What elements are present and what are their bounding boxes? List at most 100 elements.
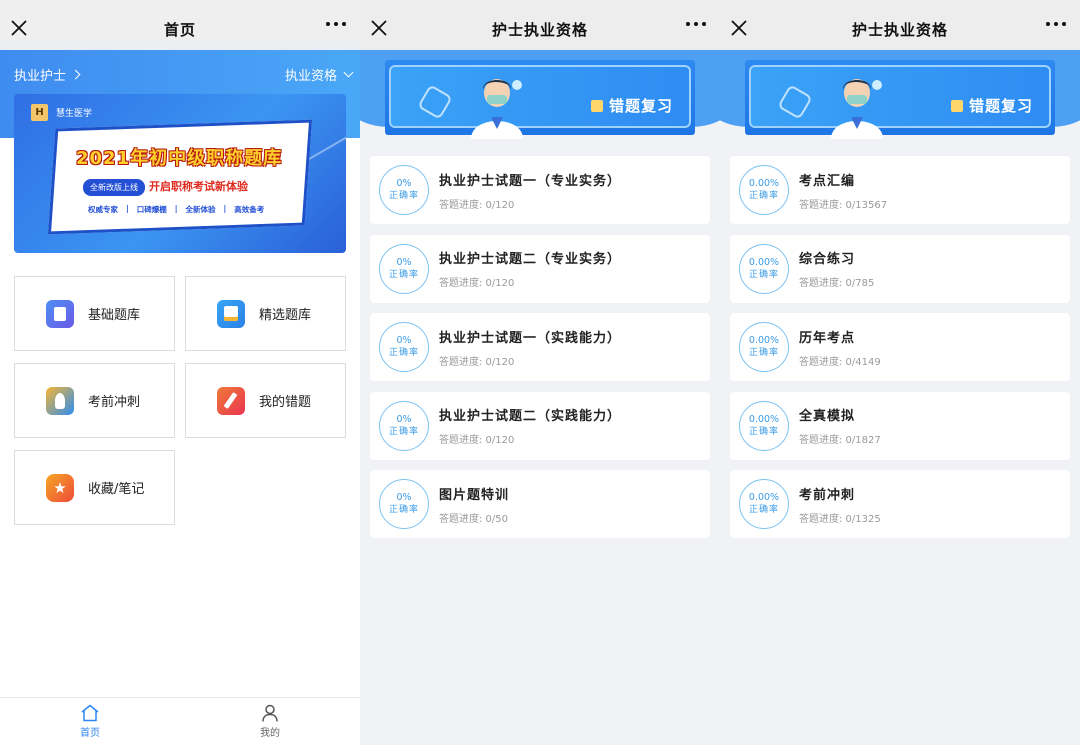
item-progress: 答题进度: 0/120 — [439, 356, 515, 368]
item-progress: 答题进度: 0/4149 — [799, 356, 881, 368]
tile-favorites-notes[interactable]: 收藏/笔记 — [14, 450, 175, 525]
separator: | — [174, 204, 178, 213]
list-item[interactable]: 0.00% 正确率 考前冲刺 答题进度: 0/1325 — [730, 470, 1070, 539]
list-item[interactable]: 0.00% 正确率 综合练习 答题进度: 0/785 — [730, 234, 1070, 303]
accuracy-ring: 0% 正确率 — [379, 400, 429, 451]
accuracy-label: 正确率 — [748, 269, 779, 280]
tile-basic-bank[interactable]: 基础题库 — [14, 276, 175, 351]
item-progress: 答题进度: 0/1827 — [799, 435, 881, 447]
item-title: 全真模拟 — [799, 409, 856, 425]
doctor-illustration — [471, 79, 523, 139]
hero-label: 错题复习 — [609, 97, 674, 115]
exam-list-screen: 护士执业资格 错题复习 0% 正确率 执业护士试题一（专业实务） 答题进度: 0… — [360, 0, 720, 745]
list-item[interactable]: 0% 正确率 执业护士试题一（专业实务） 答题进度: 0/120 — [370, 156, 710, 224]
category-label: 执业护士 — [14, 69, 67, 84]
feature-grid: 基础题库 精选题库 考前冲刺 我的错题 收藏/笔记 — [14, 276, 346, 525]
accuracy-ring: 0% 正确率 — [379, 322, 429, 373]
tab-profile[interactable]: 我的 — [180, 698, 360, 745]
item-title: 执业护士试题一（专业实务） — [439, 173, 622, 189]
item-title: 历年考点 — [799, 330, 856, 346]
user-icon — [262, 704, 278, 722]
pencil-icon — [217, 386, 245, 415]
selected-bank-icon — [217, 299, 245, 328]
rocket-icon — [46, 386, 74, 415]
list-item[interactable]: 0% 正确率 执业护士试题二（专业实务） 答题进度: 0/120 — [370, 234, 710, 303]
tile-my-mistakes[interactable]: 我的错题 — [185, 363, 346, 438]
home-icon — [81, 704, 99, 722]
accuracy-ring: 0.00% 正确率 — [739, 400, 789, 451]
feature-item: 权威专家 — [88, 205, 118, 214]
brand-name: 慧生医学 — [56, 109, 93, 119]
banner-headline: 2021年初中级职称题库 — [76, 148, 283, 169]
tile-label: 精选题库 — [259, 308, 312, 323]
question-bank-icon — [46, 299, 74, 328]
accuracy-value: 0% — [396, 178, 412, 189]
more-icon[interactable] — [1046, 22, 1066, 26]
pill-capsule-icon — [417, 84, 453, 120]
accuracy-label: 正确率 — [388, 269, 419, 280]
item-title: 考前冲刺 — [799, 487, 856, 503]
promo-banner[interactable]: H 慧生医学 2021年初中级职称题库 全新改版上线 开启职称考试新体验 权威专… — [14, 94, 346, 253]
item-title: 执业护士试题二（实践能力） — [439, 409, 622, 425]
tab-label: 首页 — [80, 728, 100, 739]
feature-item: 口碑爆棚 — [136, 205, 167, 214]
item-title: 综合练习 — [799, 252, 856, 268]
banner-slogan: 开启职称考试新体验 — [149, 180, 248, 193]
accuracy-label: 正确率 — [748, 505, 779, 516]
list-item[interactable]: 0.00% 正确率 全真模拟 答题进度: 0/1827 — [730, 391, 1070, 460]
qualification-dropdown[interactable]: 执业资格 — [284, 65, 354, 84]
accuracy-ring: 0.00% 正确率 — [739, 243, 789, 294]
item-progress: 答题进度: 0/13567 — [799, 199, 888, 211]
chevron-down-icon — [343, 67, 354, 78]
mistake-review-banner[interactable]: 错题复习 — [745, 60, 1055, 139]
tab-home[interactable]: 首页 — [0, 698, 180, 745]
banner-card — [47, 119, 313, 235]
mistake-review-label: 错题复习 — [951, 95, 1033, 116]
brand-mark-icon: H — [31, 104, 48, 121]
list-item[interactable]: 0% 正确率 图片题特训 答题进度: 0/50 — [370, 470, 710, 539]
list-item[interactable]: 0% 正确率 执业护士试题二（实践能力） 答题进度: 0/120 — [370, 391, 710, 460]
accuracy-label: 正确率 — [748, 426, 779, 437]
accuracy-ring: 0% 正确率 — [379, 165, 429, 215]
qualification-label: 执业资格 — [284, 69, 337, 84]
accuracy-value: 0% — [396, 335, 412, 347]
accuracy-value: 0.00% — [748, 256, 780, 268]
hero-label: 错题复习 — [969, 97, 1034, 115]
list-item[interactable]: 0.00% 正确率 历年考点 答题进度: 0/4149 — [730, 313, 1070, 382]
accuracy-label: 正确率 — [388, 505, 419, 516]
banner-frame: 错题复习 — [749, 65, 1051, 139]
brand-logo: H 慧生医学 — [31, 104, 92, 121]
mistake-review-banner[interactable]: 错题复习 — [385, 60, 695, 139]
feature-item: 高效备考 — [234, 205, 265, 214]
feature-item: 全新体验 — [185, 205, 216, 214]
page-title: 护士执业资格 — [851, 20, 948, 39]
item-title: 考点汇编 — [799, 173, 856, 189]
practice-list: 0.00% 正确率 考点汇编 答题进度: 0/13567 0.00% 正确率 综… — [730, 156, 1070, 549]
category-selector[interactable]: 执业护士 — [14, 65, 81, 84]
tile-final-sprint[interactable]: 考前冲刺 — [14, 363, 175, 438]
accuracy-value: 0% — [396, 413, 412, 425]
item-progress: 答题进度: 0/120 — [439, 278, 515, 290]
accuracy-ring: 0% 正确率 — [379, 243, 429, 294]
accuracy-ring: 0.00% 正确率 — [739, 322, 789, 373]
list-item[interactable]: 0.00% 正确率 考点汇编 答题进度: 0/13567 — [730, 156, 1070, 224]
close-icon[interactable] — [730, 17, 748, 39]
accuracy-label: 正确率 — [388, 348, 419, 359]
bottom-tab-bar: 首页 我的 — [0, 697, 360, 745]
banner-features: 权威专家 | 口碑爆棚 | 全新体验 | 高效备考 — [88, 204, 264, 215]
screens: 首页 执业护士 执业资格 H 慧生医学 2021年初中级职称题库 全新改版上线 … — [0, 0, 1080, 745]
more-icon[interactable] — [686, 22, 706, 26]
close-icon[interactable] — [370, 17, 388, 39]
item-progress: 答题进度: 0/120 — [439, 435, 515, 447]
list-item[interactable]: 0% 正确率 执业护士试题一（实践能力） 答题进度: 0/120 — [370, 313, 710, 382]
accuracy-label: 正确率 — [748, 191, 779, 201]
banner-badge: 全新改版上线 — [83, 179, 145, 196]
practice-list-screen: 护士执业资格 错题复习 0.00% 正确率 考点汇编 答题进度: 0/13567… — [720, 0, 1080, 745]
item-progress: 答题进度: 0/120 — [439, 199, 515, 211]
tile-label: 收藏/笔记 — [88, 482, 145, 497]
more-icon[interactable] — [326, 22, 346, 26]
accuracy-value: 0% — [396, 256, 412, 268]
tile-selected-bank[interactable]: 精选题库 — [185, 276, 346, 351]
close-icon[interactable] — [10, 17, 28, 39]
accuracy-label: 正确率 — [748, 348, 779, 359]
